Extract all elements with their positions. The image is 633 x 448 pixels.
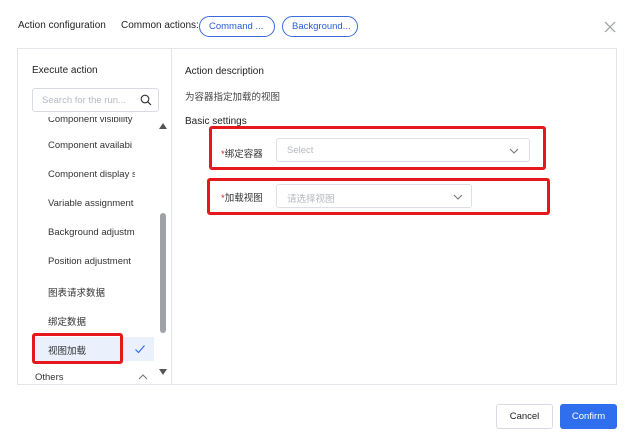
search-placeholder: Search for the run... [42,95,126,106]
action-list: Component visibility Component availabi … [18,117,156,369]
dialog-header: Action configuration Common actions: Com… [0,0,633,50]
highlight-box-load-view [207,178,550,215]
list-item[interactable]: Component visibility [48,117,135,125]
list-item[interactable]: 图表请求数据 [48,285,135,299]
action-search-input[interactable]: Search for the run... [32,88,159,112]
scroll-up-icon[interactable] [159,123,167,129]
execute-action-title: Execute action [32,65,98,76]
list-item[interactable]: Background adjustm [48,227,135,238]
scroll-down-icon[interactable] [159,369,167,375]
list-item[interactable]: Component availabi [48,140,135,151]
list-item[interactable]: 绑定数据 [48,314,135,328]
search-icon[interactable] [140,94,152,106]
others-group[interactable]: Others [35,372,64,383]
cancel-button[interactable]: Cancel [496,404,553,429]
scrollbar-thumb[interactable] [160,213,166,333]
highlight-box-selected-item [32,333,123,364]
list-item[interactable]: Component display s [48,169,135,180]
action-settings-panel: Action description 为容器指定加载的视图 Basic sett… [185,49,615,384]
action-description-title: Action description [185,66,264,77]
common-actions-label: Common actions: [121,20,199,31]
check-icon [135,345,145,354]
confirm-button[interactable]: Confirm [560,404,617,429]
list-item[interactable]: Variable assignment [48,198,135,209]
close-icon[interactable] [603,20,617,34]
list-scrollbar[interactable] [157,121,169,379]
chevron-up-icon[interactable] [138,373,148,381]
action-description-text: 为容器指定加载的视图 [185,92,281,103]
common-action-command[interactable]: Command ... [199,16,275,37]
dialog-title: Action configuration [18,20,106,31]
common-action-background[interactable]: Background... [282,16,358,37]
highlight-box-bind-container [209,126,546,170]
list-item[interactable]: Position adjustment [48,256,135,267]
